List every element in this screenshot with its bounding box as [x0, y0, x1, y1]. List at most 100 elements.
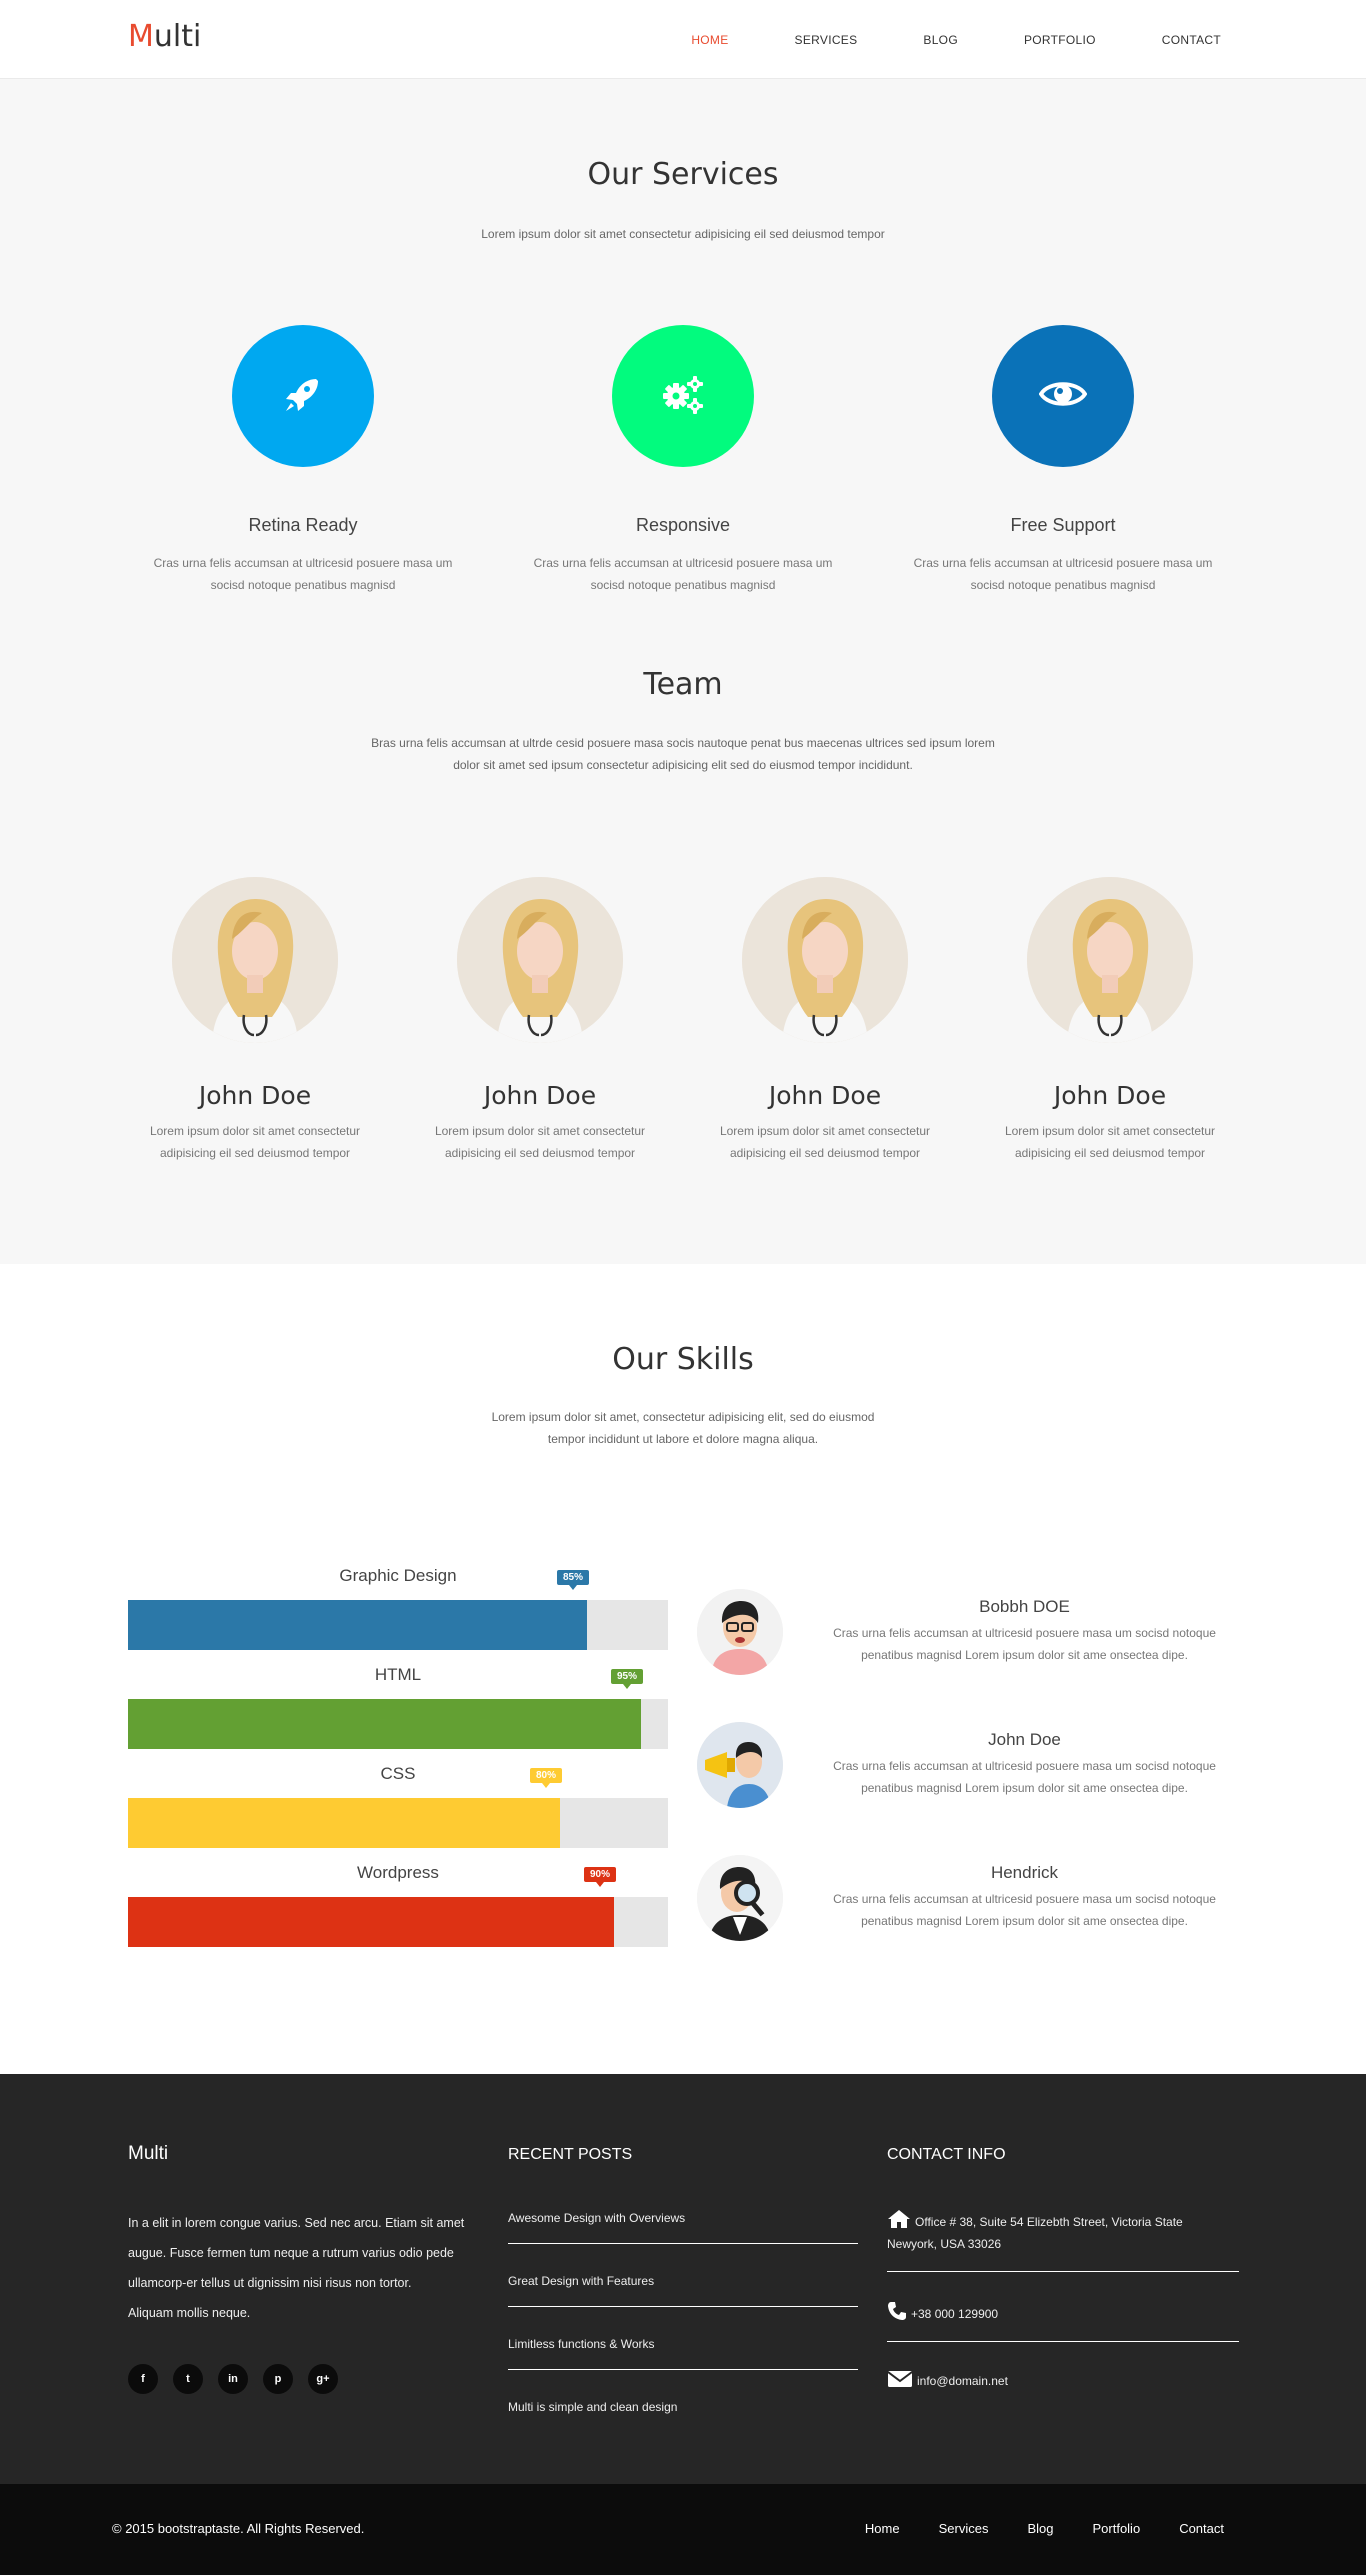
team-title: Team [643, 667, 723, 702]
twitter-icon[interactable]: t [173, 2364, 203, 2394]
member-photo [1027, 877, 1193, 1043]
member-name: John Doe [198, 1081, 312, 1110]
footer-about-line: Aliquam mollis neque. [128, 2306, 251, 2320]
skills-section: Our Skills Lorem ipsum dolor sit amet, c… [0, 1264, 1366, 2074]
skill-label: CSS [380, 1764, 416, 1783]
skill-bar-track [128, 1897, 668, 1947]
services-team-section: Our Services Lorem ipsum dolor sit amet … [0, 79, 1366, 1264]
recent-post-link[interactable]: Great Design with Features [508, 2274, 858, 2307]
footer-nav-home[interactable]: Home [865, 2521, 900, 2536]
skill-label: HTML [374, 1665, 422, 1684]
skill-percent-badge: 95% [611, 1669, 644, 1689]
team-member: John Doe Lorem ipsum dolor sit amet cons… [420, 877, 660, 1164]
skills-subtitle-line-1: Lorem ipsum dolor sit amet, consectetur … [491, 1410, 875, 1424]
service-name: Responsive [635, 515, 731, 535]
footer-about: In a elit in lorem congue varius. Sed ne… [128, 2208, 488, 2328]
recent-post-link[interactable]: Multi is simple and clean design [508, 2400, 858, 2432]
member-desc: Lorem ipsum dolor sit amet consectetur ad… [420, 1120, 660, 1164]
member-desc-line: adipisicing eil sed deiusmod tempor [1014, 1146, 1206, 1160]
testimonial-desc-line: penatibus magnisd Lorem ipsum dolor sit … [861, 1781, 1188, 1795]
testimonial-name: John Doe [988, 1730, 1061, 1749]
linkedin-icon[interactable]: in [218, 2364, 248, 2394]
logo-text: ulti [153, 19, 202, 54]
member-photo [742, 877, 908, 1043]
recent-posts-title: RECENT POSTS [508, 2146, 633, 2163]
footer-brand: Multi [128, 2143, 169, 2164]
social-links: f t in p g+ [128, 2364, 353, 2394]
member-name: John Doe [1053, 1081, 1167, 1110]
gears-icon [658, 372, 708, 421]
pinterest-icon[interactable]: p [263, 2364, 293, 2394]
bottom-bar: © 2015 bootstraptaste. All Rights Reserv… [0, 2484, 1366, 2575]
service-desc: Cras urna felis accumsan at ultricesid p… [913, 556, 1213, 592]
testimonial-name: Hendrick [990, 1863, 1059, 1882]
contact-email: info@domain.net [887, 2370, 1239, 2408]
member-desc-line: Lorem ipsum dolor sit amet consectetur [719, 1124, 931, 1138]
service-name: Retina Ready [248, 515, 358, 535]
member-desc-line: Lorem ipsum dolor sit amet consectetur [149, 1124, 361, 1138]
site-footer: Multi In a elit in lorem congue varius. … [0, 2074, 1366, 2484]
facebook-icon[interactable]: f [128, 2364, 158, 2394]
member-desc-line: adipisicing eil sed deiusmod tempor [159, 1146, 351, 1160]
skills-subtitle-line-2: tempor incididunt ut labore et dolore ma… [547, 1432, 819, 1446]
footer-about-line: augue. Fusce fermen tum neque a rutrum v… [128, 2246, 454, 2260]
footer-nav: Home Services Blog Portfolio Contact [826, 2521, 1224, 2536]
services-subtitle: Lorem ipsum dolor sit amet consectetur a… [481, 227, 885, 241]
nav-contact[interactable]: CONTACT [1162, 33, 1221, 47]
member-photo [172, 877, 338, 1043]
member-desc: Lorem ipsum dolor sit amet consectetur ad… [990, 1120, 1230, 1164]
google-plus-icon[interactable]: g+ [308, 2364, 338, 2394]
skill-bar-track [128, 1699, 668, 1749]
contact-phone: +38 000 129900 [887, 2301, 1239, 2342]
contact-address-line: Newyork, USA 33026 [887, 2237, 1002, 2251]
contact-email-text[interactable]: info@domain.net [917, 2374, 1008, 2388]
skill-bar-fill [128, 1699, 641, 1749]
site-logo[interactable]: Multi [128, 19, 201, 54]
team-member: John Doe Lorem ipsum dolor sit amet cons… [990, 877, 1230, 1164]
envelope-icon [887, 2371, 917, 2388]
service-desc: Cras urna felis accumsan at ultricesid p… [153, 556, 453, 592]
footer-about-line: In a elit in lorem congue varius. Sed ne… [128, 2216, 465, 2230]
contact-address: Office # 38, Suite 54 Elizebth Street, V… [887, 2209, 1239, 2272]
eye-icon [1038, 378, 1088, 415]
member-desc: Lorem ipsum dolor sit amet consectetur ad… [135, 1120, 375, 1164]
service-item: Responsive Cras urna felis accumsan at u… [513, 325, 853, 596]
logo-letter: M [128, 19, 154, 54]
member-photo [457, 877, 623, 1043]
services-title: Our Services [587, 157, 779, 192]
nav-portfolio[interactable]: PORTFOLIO [1024, 33, 1096, 47]
copyright: © 2015 bootstraptaste. All Rights Reserv… [112, 2521, 365, 2536]
main-nav: HOME SERVICES BLOG PORTFOLIO CONTACT [625, 0, 1221, 79]
footer-about-line: ullamcorp-er tellus ut dignissim nisi ri… [128, 2276, 412, 2290]
service-circle [992, 325, 1134, 467]
skill-percent-badge: 85% [557, 1570, 590, 1590]
team-member: John Doe Lorem ipsum dolor sit amet cons… [135, 877, 375, 1164]
skill-bar-track [128, 1600, 668, 1650]
footer-nav-blog[interactable]: Blog [1027, 2521, 1053, 2536]
testimonial-name: Bobbh DOE [979, 1597, 1070, 1616]
footer-nav-services[interactable]: Services [939, 2521, 989, 2536]
testimonial-desc-line: Cras urna felis accumsan at ultricesid p… [833, 1759, 1216, 1773]
testimonial-avatar [697, 1855, 783, 1941]
skills-title: Our Skills [612, 1342, 754, 1377]
phone-icon [887, 2302, 911, 2321]
nav-home[interactable]: HOME [691, 33, 728, 47]
home-icon [887, 2210, 915, 2229]
skill-bar-fill [128, 1600, 587, 1650]
testimonial-avatar [697, 1722, 783, 1808]
recent-post-link[interactable]: Limitless functions & Works [508, 2337, 858, 2370]
contact-address-line: Office # 38, Suite 54 Elizebth Street, V… [915, 2215, 1183, 2229]
member-desc-line: Lorem ipsum dolor sit amet consectetur [1004, 1124, 1216, 1138]
nav-services[interactable]: SERVICES [795, 33, 858, 47]
nav-blog[interactable]: BLOG [923, 33, 958, 47]
testimonial-desc: Cras urna felis accumsan at ultricesid p… [797, 1755, 1252, 1799]
team-subtitle-line-1: Bras urna felis accumsan at ultrde cesid… [371, 736, 995, 750]
service-name: Free Support [1010, 515, 1116, 535]
footer-nav-portfolio[interactable]: Portfolio [1092, 2521, 1140, 2536]
testimonial-desc-line: penatibus magnisd Lorem ipsum dolor sit … [861, 1648, 1188, 1662]
footer-nav-contact[interactable]: Contact [1179, 2521, 1224, 2536]
testimonial-desc: Cras urna felis accumsan at ultricesid p… [797, 1622, 1252, 1666]
recent-post-link[interactable]: Awesome Design with Overviews [508, 2211, 858, 2244]
service-desc: Cras urna felis accumsan at ultricesid p… [533, 556, 833, 592]
contact-phone-text: +38 000 129900 [911, 2307, 999, 2321]
